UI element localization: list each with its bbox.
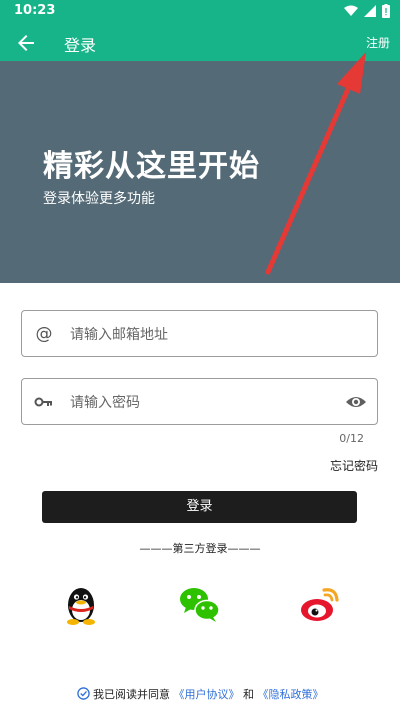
user-agreement-link[interactable]: 《用户协议》 [174,688,240,701]
email-field[interactable]: @ [21,310,378,357]
at-sign-icon: @ [35,324,53,344]
status-icons [344,4,390,18]
register-button[interactable]: 注册 [366,34,390,51]
page-title: 登录 [64,36,97,55]
wechat-login-icon[interactable] [178,582,222,626]
qq-login-icon[interactable] [59,582,103,626]
password-char-counter: 0/12 [339,432,364,445]
email-input[interactable] [68,321,342,349]
key-icon [34,397,52,407]
hero-headline: 精彩从这里开始 [43,149,260,184]
wifi-icon [344,5,358,16]
third-party-login-label: ———第三方登录——— [139,542,261,555]
signal-icon [364,5,376,17]
password-input[interactable] [68,389,342,417]
battery-icon [382,4,390,18]
agreement-row: 我已阅读并同意 《用户协议》 和 《隐私政策》 [0,686,400,702]
hero-subtitle: 登录体验更多功能 [43,191,155,207]
app-bar: 登录 注册 [0,24,400,61]
agreement-prefix: 我已阅读并同意 [93,688,170,701]
back-arrow-icon[interactable] [14,31,38,55]
password-field[interactable] [21,378,378,425]
hero-banner: 精彩从这里开始 登录体验更多功能 [0,61,400,283]
agreement-and: 和 [243,688,254,701]
status-bar: 10:23 [0,0,400,24]
visibility-eye-icon[interactable] [345,392,367,412]
login-button[interactable]: 登录 [42,491,357,523]
checkbox-checked-icon[interactable] [76,687,90,700]
weibo-login-icon[interactable] [298,582,342,626]
status-time: 10:23 [14,3,56,18]
privacy-policy-link[interactable]: 《隐私政策》 [258,688,324,701]
forgot-password-link[interactable]: 忘记密码 [330,457,378,474]
